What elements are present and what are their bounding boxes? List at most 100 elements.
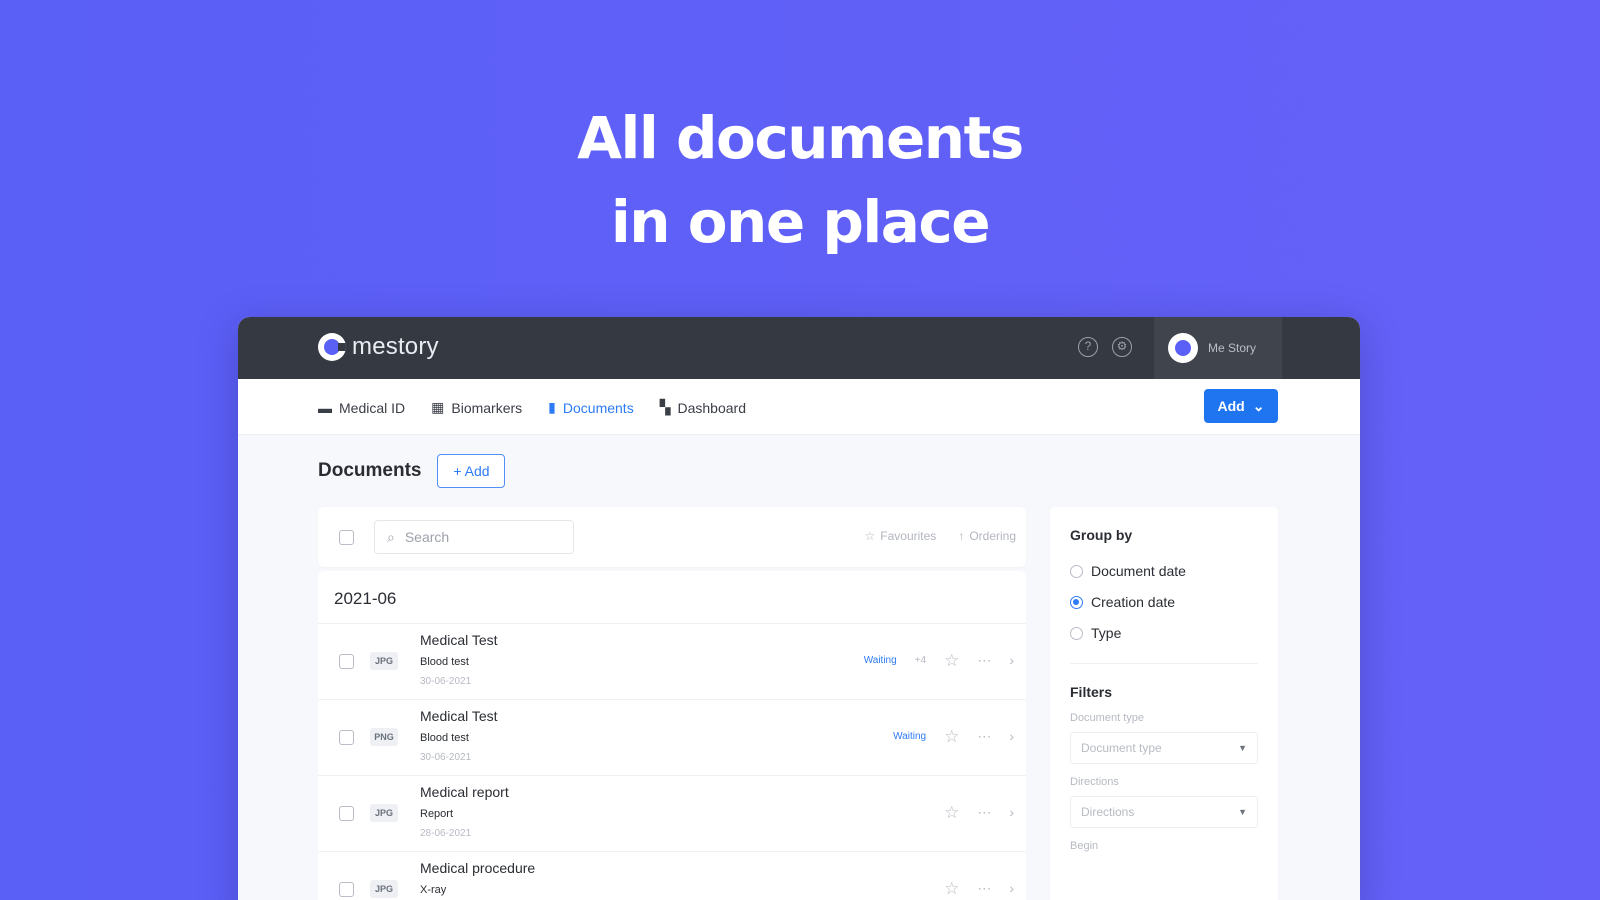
- radio-label: Type: [1091, 625, 1122, 641]
- file-type-badge: JPG: [370, 880, 398, 898]
- star-icon: ☆: [864, 529, 876, 543]
- row-checkbox[interactable]: [339, 730, 354, 745]
- grid-icon: ▦: [431, 399, 445, 415]
- doc-type-select[interactable]: Document type ▼: [1070, 732, 1258, 764]
- row-title: Medical report: [420, 784, 509, 800]
- row-title: Medical Test: [420, 632, 498, 648]
- row-date: 30-06-2021: [420, 752, 472, 763]
- row-subtitle: Report: [420, 808, 454, 820]
- radio-label: Creation date: [1091, 594, 1176, 610]
- search-input[interactable]: [404, 529, 545, 545]
- id-card-icon: ▬: [318, 399, 332, 416]
- search-box: ⌕: [374, 520, 574, 554]
- hero-line-2: in one place: [610, 188, 991, 256]
- chevron-down-icon: ⌄: [1252, 397, 1265, 414]
- nav-item-medical-id[interactable]: ▬ Medical ID: [318, 399, 405, 416]
- more-icon[interactable]: ⋯: [977, 880, 991, 897]
- star-icon[interactable]: ☆: [944, 728, 959, 745]
- file-type-badge: JPG: [370, 804, 398, 822]
- radio-button[interactable]: [1070, 626, 1083, 640]
- chevron-right-icon[interactable]: ›: [1009, 652, 1014, 669]
- add-button-label: Add: [1217, 398, 1245, 414]
- sidebar-panel: Group by Document date Creation date Typ…: [1050, 507, 1278, 900]
- begin-label: Begin: [1070, 840, 1099, 852]
- document-row[interactable]: JPG Medical procedure X-ray ☆ ⋯ ›: [318, 851, 1026, 900]
- star-icon[interactable]: ☆: [944, 804, 959, 821]
- arrow-up-icon: ↑: [958, 529, 965, 543]
- row-checkbox[interactable]: [339, 654, 354, 669]
- nav-bar: ▬ Medical ID ▦ Biomarkers ▮ Documents ▚ …: [238, 379, 1360, 435]
- favourites-filter[interactable]: ☆ Favourites: [865, 529, 937, 543]
- directions-select[interactable]: Directions ▼: [1070, 796, 1258, 828]
- top-bar: mestory ? ⚙ Me Story: [238, 317, 1360, 379]
- profile-menu[interactable]: Me Story: [1154, 317, 1282, 379]
- row-subtitle: Blood test: [420, 732, 469, 744]
- row-date: 30-06-2021: [420, 676, 472, 687]
- status-badge: Waiting: [893, 731, 927, 742]
- list-body: 2021-06 JPG Medical Test Blood test 30-0…: [318, 571, 1026, 900]
- radio-type[interactable]: Type: [1070, 625, 1258, 641]
- dashboard-icon: ▚: [659, 399, 671, 415]
- avatar: [1168, 333, 1198, 363]
- file-type-badge: JPG: [370, 652, 398, 670]
- chevron-right-icon[interactable]: ›: [1009, 804, 1014, 821]
- select-value: Directions: [1081, 805, 1135, 819]
- row-subtitle: Blood test: [420, 656, 469, 668]
- top-icons: ? ⚙: [1078, 337, 1132, 357]
- profile-name: Me Story: [1208, 341, 1257, 355]
- document-row[interactable]: JPG Medical Test Blood test 30-06-2021 W…: [318, 623, 1026, 699]
- nav-label: Medical ID: [339, 399, 406, 416]
- hero-line-1: All documents: [577, 104, 1024, 172]
- document-row[interactable]: JPG Medical report Report 28-06-2021 ☆ ⋯…: [318, 775, 1026, 851]
- brand-name: mestory: [352, 333, 439, 360]
- mestory-logo-icon: [318, 333, 346, 361]
- directions-label: Directions: [1070, 776, 1119, 788]
- nav-label: Dashboard: [677, 399, 746, 416]
- row-checkbox[interactable]: [339, 882, 354, 897]
- more-icon[interactable]: ⋯: [977, 652, 991, 669]
- document-list-panel: ⌕ ☆ Favourites ↑ Ordering 2021-06 JPG: [318, 507, 1026, 900]
- app-window: mestory ? ⚙ Me Story ▬ Medical ID ▦ Biom…: [238, 317, 1360, 900]
- caret-down-icon: ▼: [1238, 743, 1247, 753]
- row-date: 28-06-2021: [420, 828, 472, 839]
- add-document-button[interactable]: + Add: [437, 454, 506, 488]
- status-badge: Waiting: [863, 655, 897, 666]
- help-icon[interactable]: ?: [1078, 337, 1098, 357]
- divider: [1070, 663, 1258, 664]
- gear-icon[interactable]: ⚙: [1112, 337, 1132, 357]
- filters-title: Filters: [1070, 684, 1113, 700]
- more-icon[interactable]: ⋯: [977, 728, 991, 745]
- row-subtitle: X-ray: [420, 884, 447, 896]
- add-dropdown-button[interactable]: Add ⌄: [1204, 389, 1278, 423]
- row-title: Medical Test: [420, 708, 498, 724]
- star-icon[interactable]: ☆: [944, 880, 959, 897]
- chevron-right-icon[interactable]: ›: [1009, 728, 1014, 745]
- star-icon[interactable]: ☆: [944, 652, 959, 669]
- select-value: Document type: [1081, 741, 1162, 755]
- nav-item-dashboard[interactable]: ▚ Dashboard: [660, 399, 746, 416]
- extra-count: +4: [914, 655, 927, 666]
- search-icon: ⌕: [387, 528, 395, 545]
- page-header: Documents + Add: [318, 454, 506, 488]
- select-all-checkbox[interactable]: [339, 530, 354, 545]
- document-row[interactable]: PNG Medical Test Blood test 30-06-2021 W…: [318, 699, 1026, 775]
- hero-heading: All documents in one place: [0, 96, 1600, 264]
- chevron-right-icon[interactable]: ›: [1009, 880, 1014, 897]
- caret-down-icon: ▼: [1238, 807, 1247, 817]
- radio-document-date[interactable]: Document date: [1070, 563, 1258, 579]
- group-by-title: Group by: [1070, 527, 1133, 543]
- brand-logo-link[interactable]: mestory: [318, 333, 439, 361]
- nav-item-biomarkers[interactable]: ▦ Biomarkers: [431, 399, 522, 416]
- doc-type-label: Document type: [1070, 712, 1144, 724]
- row-title: Medical procedure: [420, 860, 536, 876]
- nav-item-documents[interactable]: ▮ Documents: [548, 399, 634, 416]
- more-icon[interactable]: ⋯: [977, 804, 991, 821]
- page-title: Documents: [318, 460, 422, 481]
- radio-button[interactable]: [1070, 564, 1083, 578]
- row-checkbox[interactable]: [339, 806, 354, 821]
- radio-creation-date[interactable]: Creation date: [1070, 594, 1258, 610]
- ordering-toggle[interactable]: ↑ Ordering: [958, 529, 1016, 543]
- radio-button[interactable]: [1070, 595, 1083, 609]
- nav-label: Biomarkers: [451, 399, 523, 416]
- favourites-label: Favourites: [880, 529, 937, 543]
